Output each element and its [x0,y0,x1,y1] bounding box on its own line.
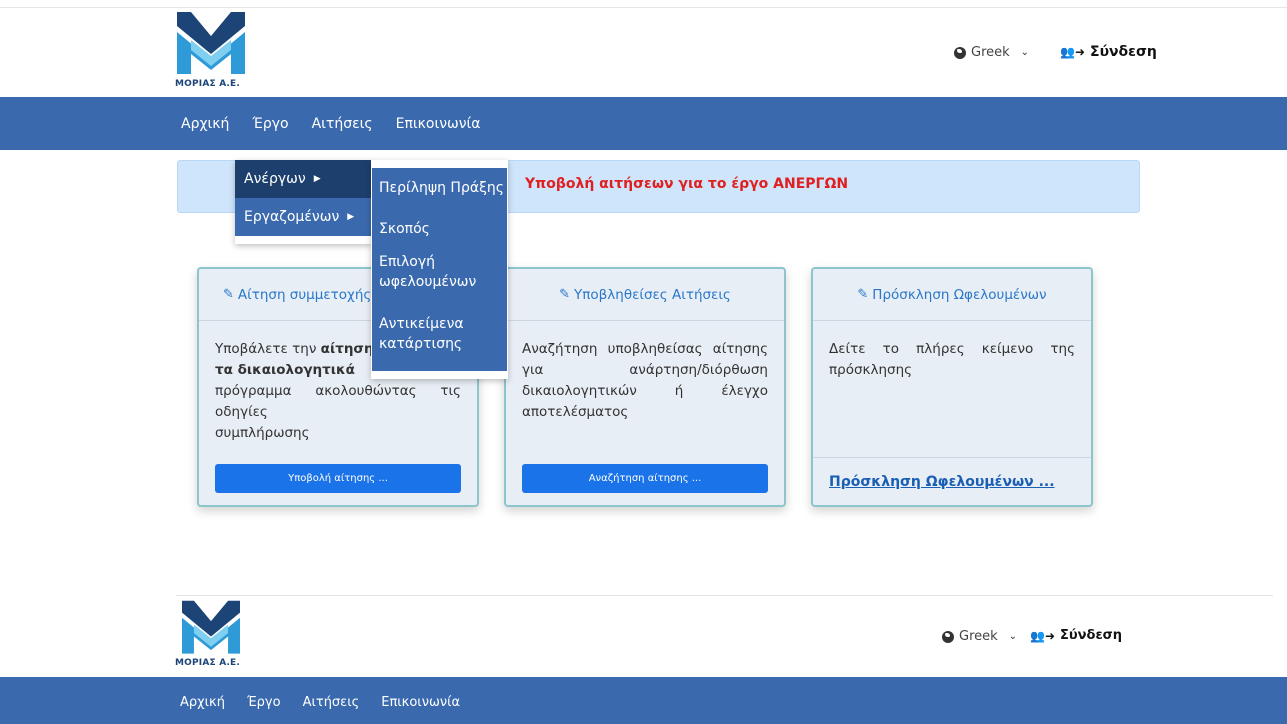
logo-text: ΜΟΡΙΑΣ Α.Ε. [175,658,240,668]
submit-application-button[interactable]: Υποβολή αίτησης ... [215,464,461,493]
card-title: Υποβληθείσες Αιτήσεις [574,286,731,303]
beneficiaries-call-link[interactable]: Πρόσκληση Ωφελουμένων ... [829,474,1055,490]
globe-icon [942,630,954,643]
language-label: Greek [971,45,1010,60]
project-dropdown: Ανέργων ▶ Εργαζομένων ▶ [235,160,372,244]
logo-icon [182,600,240,654]
edit-icon: ✎ [857,287,869,302]
footer-language-selector[interactable]: Greek ⌄ [942,629,1017,644]
card-title: Πρόσκληση Ωφελουμένων [872,286,1047,303]
top-border [0,0,1287,8]
dropdown-item-unemployed[interactable]: Ανέργων ▶ [235,160,372,198]
login-label: Σύνδεση [1060,628,1123,643]
submenu-item-beneficiary-selection[interactable]: Επιλογή ωφελουμένων [379,252,504,292]
language-selector[interactable]: Greek ⌄ [954,45,1029,60]
dropdown-item-employed[interactable]: Εργαζομένων ▶ [235,198,372,236]
unemployed-submenu: Περίληψη Πράξης Σκοπός Επιλογή ωφελουμέν… [371,160,508,379]
card-body: Αναζήτηση υποβληθείσας αίτησης για ανάρτ… [522,341,768,420]
search-application-button[interactable]: Αναζήτηση αίτησης ... [522,464,768,493]
nav-home[interactable]: Αρχική [181,116,229,132]
footer-login-button[interactable]: 👥➜ Σύνδεση [1030,628,1122,643]
edit-icon: ✎ [559,287,571,302]
arrow-right-icon: ▶ [313,174,321,184]
card-text: συμπλήρωσης [215,425,310,441]
card-beneficiaries-call: ✎ Πρόσκληση Ωφελουμένων Δείτε το πλήρες … [811,267,1093,507]
dropdown-item-label: Εργαζομένων [244,209,340,225]
user-login-icon: 👥➜ [1030,628,1055,643]
user-login-icon: 👥➜ [1060,45,1085,59]
card-title: Αίτηση συμμετοχής ω [237,286,387,303]
language-label: Greek [959,629,998,644]
logo-icon [177,12,245,74]
main-navbar: Αρχική Έργο Αιτήσεις Επικοινωνία [0,97,1287,150]
footer-divider [176,595,1273,596]
card-header: ✎ Πρόσκληση Ωφελουμένων [813,269,1091,321]
nav-project[interactable]: Έργο [247,695,281,710]
card-text: Υποβάλετε την [215,341,321,357]
login-button[interactable]: 👥➜ Σύνδεση [1060,44,1157,60]
card-submitted-applications: ✎ Υποβληθείσες Αιτήσεις Αναζήτηση υποβλη… [504,267,786,507]
nav-project[interactable]: Έργο [252,116,288,132]
card-text: πρόγραμμα ακολουθώντας τις οδηγίες [215,383,461,420]
card-header: ✎ Υποβληθείσες Αιτήσεις [506,269,784,321]
submenu-item-training-subjects[interactable]: Αντικείμενα κατάρτισης [379,314,504,354]
card-text-bold: τα δικαιολογητικά [215,362,355,378]
dropdown-item-label: Ανέργων [244,171,306,187]
arrow-right-icon: ▶ [347,212,355,222]
card-footer: Πρόσκληση Ωφελουμένων ... [813,457,1091,505]
logo[interactable]: ΜΟΡΙΑΣ Α.Ε. [175,10,247,89]
footer-logo[interactable]: ΜΟΡΙΑΣ Α.Ε. [175,599,247,668]
card-body: Δείτε το πλήρες κείμενο της πρόσκλησης [829,341,1075,378]
nav-contact[interactable]: Επικοινωνία [396,116,481,132]
submenu-panel: Περίληψη Πράξης Σκοπός Επιλογή ωφελουμέν… [372,168,507,371]
nav-home[interactable]: Αρχική [180,695,225,710]
chevron-down-icon: ⌄ [1008,631,1018,642]
globe-icon [954,46,966,59]
footer-navbar: Αρχική Έργο Αιτήσεις Επικοινωνία [0,677,1287,724]
submenu-item-purpose[interactable]: Σκοπός [379,219,504,239]
logo-text: ΜΟΡΙΑΣ Α.Ε. [175,79,240,89]
submenu-item-summary[interactable]: Περίληψη Πράξης [379,178,504,198]
nav-contact[interactable]: Επικοινωνία [381,695,460,710]
nav-applications[interactable]: Αιτήσεις [303,695,360,710]
nav-applications[interactable]: Αιτήσεις [312,116,373,132]
alert-text: Υποβολή αιτήσεων για το έργο ΑΝΕΡΓΩΝ [525,176,849,192]
login-label: Σύνδεση [1090,44,1157,60]
edit-icon: ✎ [223,287,234,302]
chevron-down-icon: ⌄ [1020,47,1030,58]
